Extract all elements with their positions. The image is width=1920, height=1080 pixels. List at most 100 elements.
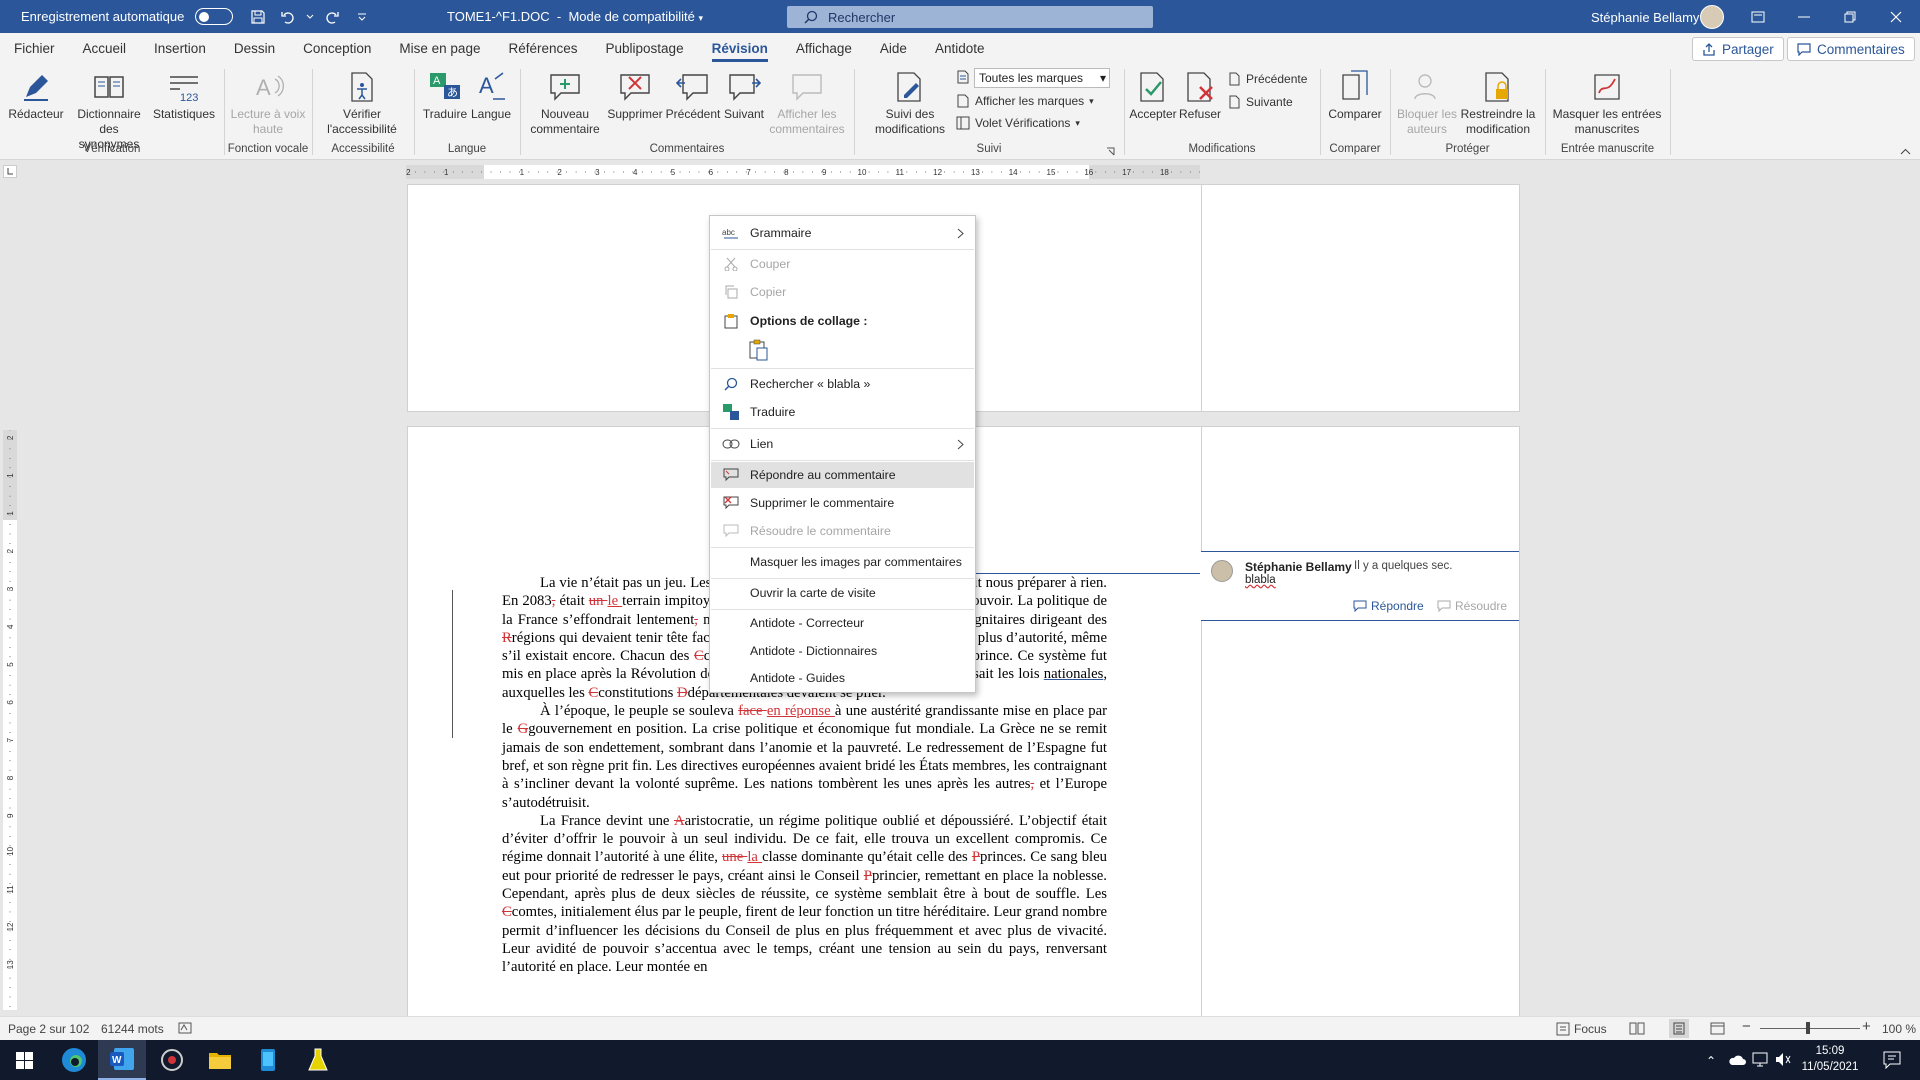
statistiques-button[interactable]: 123 Statistiques: [150, 69, 218, 122]
nouveau-commentaire-button[interactable]: Nouveau commentaire: [526, 69, 604, 137]
clock-time[interactable]: 15:09: [1800, 1045, 1860, 1057]
menu-item-copier[interactable]: Copier: [711, 279, 974, 305]
zoom-in-button[interactable]: +: [1862, 1018, 1871, 1035]
langue-button[interactable]: A Langue: [468, 69, 514, 122]
user-name[interactable]: Stéphanie Bellamy: [1591, 10, 1699, 25]
collapse-ribbon-icon[interactable]: [1900, 148, 1911, 155]
comment-card[interactable]: Stéphanie Bellamy Il y a quelques sec. b…: [1201, 551, 1519, 621]
menu-item-couper[interactable]: Couper: [711, 251, 974, 277]
paragraph[interactable]: La France devint une Aaristocratie, un r…: [502, 812, 1107, 977]
synonymes-button[interactable]: Dictionnaire des synonymes: [72, 69, 146, 152]
save-icon[interactable]: [243, 0, 273, 33]
zoom-slider-thumb[interactable]: [1806, 1022, 1810, 1034]
volume-icon[interactable]: [1775, 1052, 1791, 1067]
volet-verifications-button[interactable]: Volet Vérifications ▾: [956, 113, 1080, 133]
menu-item-carte-visite[interactable]: Ouvrir la carte de visite: [711, 580, 974, 606]
supprimer-commentaire-button[interactable]: Supprimer: [604, 69, 666, 122]
cloud-icon[interactable]: [1728, 1054, 1746, 1066]
redacteur-button[interactable]: Rédacteur: [6, 69, 66, 122]
word-count[interactable]: 61244 mots: [101, 1022, 164, 1036]
taskbar-edge[interactable]: [50, 1040, 98, 1080]
accessibilite-button[interactable]: Vérifier l'accessibilité: [318, 69, 406, 137]
menu-item-antidote-guides[interactable]: Antidote - Guides: [711, 665, 974, 691]
afficher-marques-button[interactable]: Afficher les marques ▾: [956, 91, 1094, 111]
comment-avatar[interactable]: [1211, 560, 1233, 582]
tab-dessin[interactable]: Dessin: [220, 33, 289, 65]
page-count[interactable]: Page 2 sur 102: [8, 1022, 89, 1036]
taskbar-app-3[interactable]: [148, 1040, 196, 1080]
paste-keep-formatting-button[interactable]: [746, 337, 772, 363]
tab-accueil[interactable]: Accueil: [69, 33, 141, 65]
notifications-icon[interactable]: [1883, 1051, 1901, 1069]
print-layout-button[interactable]: [1669, 1019, 1689, 1038]
comments-button[interactable]: Commentaires: [1787, 37, 1915, 61]
share-button[interactable]: Partager: [1692, 37, 1784, 61]
reply-button[interactable]: Répondre: [1353, 599, 1424, 613]
suivi-modifications-button[interactable]: Suivi des modifications: [872, 69, 948, 137]
tab-antidote[interactable]: Antidote: [921, 33, 999, 65]
vertical-ruler[interactable]: 2 1 1 2 3 4 5 6 7 8 9 10 11 12 13: [3, 430, 17, 1010]
paragraph[interactable]: À l’époque, le peuple se souleva face en…: [502, 702, 1107, 812]
resolve-button[interactable]: Résoudre: [1437, 599, 1507, 613]
commentaire-suivant-button[interactable]: Suivant: [718, 69, 770, 122]
focus-button[interactable]: Focus: [1574, 1022, 1607, 1036]
menu-item-antidote-dictionnaires[interactable]: Antidote - Dictionnaires: [711, 638, 974, 664]
restore-button[interactable]: [1827, 0, 1873, 33]
commentaire-precedent-button[interactable]: Précédent: [665, 69, 721, 122]
masquer-manuscrites-button[interactable]: Masquer les entrées manuscrites: [1552, 69, 1662, 137]
web-layout-icon[interactable]: [1710, 1022, 1725, 1035]
ribbon-display-icon[interactable]: [1735, 0, 1781, 33]
menu-item-antidote-correcteur[interactable]: Antidote - Correcteur: [711, 610, 974, 636]
document-title[interactable]: TOME1-^F1.DOC - Mode de compatibilité ▾: [447, 9, 703, 24]
tab-revision[interactable]: Révision: [698, 33, 782, 65]
menu-item-masquer-images[interactable]: Masquer les images par commentaires: [711, 549, 974, 575]
refuser-button[interactable]: Refuser: [1176, 69, 1224, 122]
menu-item-supprimer[interactable]: Supprimer le commentaire: [711, 490, 974, 516]
traduire-button[interactable]: Aあ Traduire: [420, 69, 470, 122]
tab-selector[interactable]: [3, 165, 17, 178]
tab-conception[interactable]: Conception: [289, 33, 385, 65]
markup-select[interactable]: Toutes les marques ▾: [974, 68, 1110, 88]
accepter-button[interactable]: Accepter: [1128, 69, 1178, 122]
read-mode-icon[interactable]: [1629, 1022, 1645, 1035]
restreindre-button[interactable]: Restreindre la modification: [1460, 69, 1536, 137]
redo-icon[interactable]: [317, 0, 347, 33]
taskbar-word[interactable]: W: [98, 1040, 146, 1080]
suivante-button[interactable]: Suivante: [1227, 92, 1293, 112]
undo-icon[interactable]: [273, 0, 303, 33]
avatar[interactable]: [1700, 5, 1724, 29]
clock-date[interactable]: 11/05/2021: [1800, 1061, 1860, 1073]
zoom-level[interactable]: 100 %: [1882, 1022, 1916, 1036]
proofing-icon[interactable]: [178, 1022, 192, 1035]
start-button[interactable]: [0, 1040, 48, 1080]
taskbar-app-6[interactable]: [294, 1040, 342, 1080]
menu-item-resoudre[interactable]: Résoudre le commentaire: [711, 518, 974, 544]
tab-mise-en-page[interactable]: Mise en page: [385, 33, 494, 65]
menu-item-repondre[interactable]: Répondre au commentaire: [711, 462, 974, 488]
network-icon[interactable]: [1752, 1052, 1768, 1067]
undo-dropdown-icon[interactable]: [303, 0, 317, 33]
menu-item-lien[interactable]: Lien: [711, 431, 974, 457]
tab-affichage[interactable]: Affichage: [782, 33, 866, 65]
tab-references[interactable]: Références: [494, 33, 591, 65]
autosave-toggle[interactable]: [195, 8, 234, 25]
menu-item-traduire[interactable]: Traduire: [711, 399, 974, 425]
customize-qat-icon[interactable]: [347, 0, 377, 33]
tab-fichier[interactable]: Fichier: [0, 33, 69, 65]
minimize-button[interactable]: [1781, 0, 1827, 33]
precedente-button[interactable]: Précédente: [1227, 69, 1307, 89]
tab-aide[interactable]: Aide: [866, 33, 921, 65]
taskbar-explorer[interactable]: [196, 1040, 244, 1080]
tab-publipostage[interactable]: Publipostage: [592, 33, 698, 65]
menu-item-grammaire[interactable]: abc Grammaire: [711, 220, 974, 246]
horizontal-ruler[interactable]: 2 1 1 2 3 4 5 6 7 8 9 10 11 12 13 14 15 16 17 18: [406, 165, 1200, 179]
menu-item-rechercher[interactable]: Rechercher « blabla »: [711, 371, 974, 397]
lecture-button[interactable]: A Lecture à voix haute: [230, 69, 306, 137]
afficher-commentaires-button[interactable]: Afficher les commentaires: [768, 69, 846, 137]
comment-body[interactable]: blabla: [1245, 574, 1276, 586]
taskbar-app-5[interactable]: [244, 1040, 292, 1080]
close-button[interactable]: [1873, 0, 1919, 33]
zoom-out-button[interactable]: −: [1742, 1018, 1751, 1035]
dialog-launcher-icon[interactable]: [1106, 147, 1115, 156]
bloquer-auteurs-button[interactable]: Bloquer les auteurs: [1393, 69, 1461, 137]
